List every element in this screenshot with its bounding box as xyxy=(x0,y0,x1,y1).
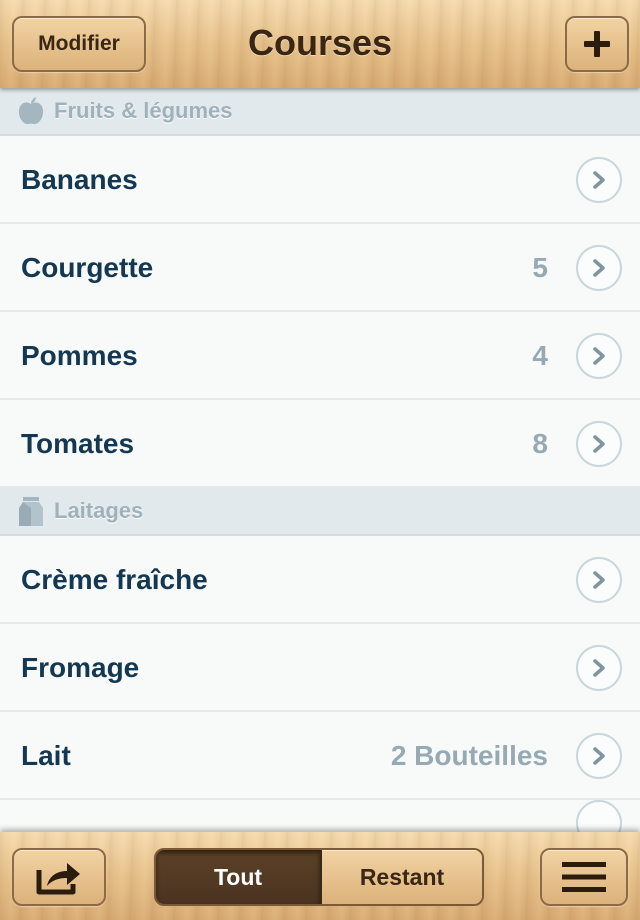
detail-chevron-icon[interactable] xyxy=(576,333,622,379)
segment-all[interactable]: Tout xyxy=(156,850,322,904)
item-name: Tomates xyxy=(21,428,135,459)
item-name: Lait xyxy=(21,740,71,771)
apple-icon xyxy=(16,96,46,126)
list-item[interactable]: Fromage xyxy=(0,624,640,712)
segment-remaining[interactable]: Restant xyxy=(322,850,482,904)
detail-chevron-icon[interactable] xyxy=(576,157,622,203)
item-name: Crème fraîche xyxy=(21,564,208,595)
list-item-partial[interactable] xyxy=(0,800,640,832)
section-label: Laitages xyxy=(54,498,144,523)
page-title: Courses xyxy=(247,22,393,63)
edit-button[interactable]: Modifier xyxy=(12,16,146,72)
detail-chevron-icon[interactable] xyxy=(576,557,622,603)
bottom-toolbar: Tout Restant xyxy=(0,832,640,920)
list-item[interactable]: Lait 2 Bouteilles xyxy=(0,712,640,800)
list-item[interactable]: Tomates 8 xyxy=(0,400,640,488)
share-icon xyxy=(36,863,80,895)
list-item[interactable]: Bananes xyxy=(0,136,640,224)
item-quantity: 2 Bouteilles xyxy=(390,740,548,771)
list-item[interactable]: Pommes 4 xyxy=(0,312,640,400)
item-name: Pommes xyxy=(21,340,138,371)
item-quantity: 4 xyxy=(532,340,548,371)
detail-chevron-icon[interactable] xyxy=(576,645,622,691)
item-name: Bananes xyxy=(21,164,138,195)
milk-carton-icon xyxy=(16,496,46,526)
top-bar: Modifier Courses xyxy=(0,0,640,88)
menu-icon xyxy=(562,862,606,892)
detail-chevron-icon[interactable] xyxy=(576,733,622,779)
item-quantity: 5 xyxy=(532,252,548,283)
share-button[interactable] xyxy=(12,848,106,906)
item-name: Courgette xyxy=(21,252,154,283)
item-name: Fromage xyxy=(21,652,140,683)
shopping-list[interactable]: Fruits & légumes Bananes Courgette 5 Pom… xyxy=(0,88,640,832)
detail-chevron-icon[interactable] xyxy=(576,800,622,832)
section-header-fruits: Fruits & légumes xyxy=(0,88,640,136)
list-item[interactable]: Crème fraîche xyxy=(0,536,640,624)
section-label: Fruits & légumes xyxy=(54,98,233,123)
list-item[interactable]: Courgette 5 xyxy=(0,224,640,312)
plus-icon xyxy=(584,31,610,57)
filter-segmented-control[interactable]: Tout Restant xyxy=(154,848,484,906)
detail-chevron-icon[interactable] xyxy=(576,421,622,467)
item-quantity: 8 xyxy=(532,428,548,459)
menu-button[interactable] xyxy=(540,848,628,906)
detail-chevron-icon[interactable] xyxy=(576,245,622,291)
add-button[interactable] xyxy=(565,16,629,72)
section-header-dairy: Laitages xyxy=(0,488,640,536)
